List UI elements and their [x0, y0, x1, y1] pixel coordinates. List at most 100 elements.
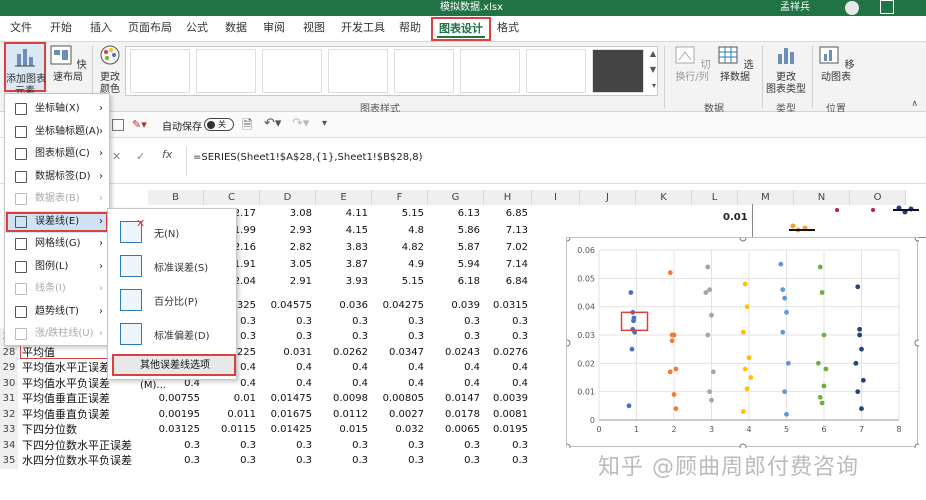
table-cell[interactable]: 0.0243 — [428, 344, 480, 361]
formula-input[interactable]: =SERIES(Sheet1!$A$28,{1},Sheet1!$B$28,8) — [193, 152, 423, 163]
table-cell[interactable]: 4.9 — [372, 256, 424, 273]
table-cell[interactable]: 5.94 — [428, 256, 480, 273]
table-cell[interactable]: 0.3 — [428, 328, 480, 345]
table-cell[interactable]: 2.93 — [260, 222, 312, 239]
user-name[interactable]: 孟祥兵 — [780, 0, 810, 16]
move-chart-button[interactable]: 移动图表 — [814, 44, 858, 84]
select-data-button[interactable]: 选择数据 — [714, 44, 756, 84]
table-cell[interactable]: 0.4 — [316, 375, 368, 392]
column-header[interactable]: C — [204, 190, 260, 205]
gallery-scroll-up-icon[interactable]: ▲ — [650, 49, 656, 58]
table-cell[interactable]: 0.3 — [316, 452, 368, 469]
column-header[interactable]: B — [148, 190, 204, 205]
row-header[interactable]: 29 — [0, 359, 18, 376]
column-header[interactable]: E — [316, 190, 372, 205]
column-header[interactable]: H — [484, 190, 532, 205]
column-header[interactable]: N — [794, 190, 850, 205]
tab-page-layout[interactable]: 页面布局 — [128, 16, 172, 42]
menu-item-2[interactable]: 图表标题(C) › — [5, 143, 109, 165]
table-cell[interactable]: 3.87 — [316, 256, 368, 273]
tab-developer[interactable]: 开发工具 — [341, 16, 385, 42]
chart-style-thumb[interactable] — [526, 49, 586, 93]
table-cell[interactable]: 7.14 — [484, 256, 528, 273]
tab-view[interactable]: 视图 — [303, 16, 325, 42]
table-cell[interactable]: 0.0276 — [484, 344, 528, 361]
row-label[interactable]: 平均值水平负误差 — [22, 375, 110, 392]
table-cell[interactable]: 0.4 — [316, 359, 368, 376]
column-header[interactable]: F — [372, 190, 428, 205]
table-cell[interactable]: 0.4 — [484, 375, 528, 392]
change-chart-type-button[interactable]: 更改 图表类型 — [764, 44, 808, 96]
more-error-bar-options-item[interactable]: 其他误差线选项(M)... — [112, 354, 236, 391]
table-cell[interactable]: 0.01425 — [260, 421, 312, 438]
table-cell[interactable]: 0.3 — [204, 452, 256, 469]
chart-style-thumb[interactable] — [262, 49, 322, 93]
menu-item-9[interactable]: 趋势线(T) › — [5, 301, 109, 323]
table-cell[interactable]: 0.015 — [316, 421, 368, 438]
cancel-icon[interactable]: ✕ — [112, 150, 121, 163]
table-cell[interactable]: 0.4 — [260, 375, 312, 392]
tab-format[interactable]: 格式 — [497, 16, 519, 42]
row-label[interactable]: 下四分位数水平正误差 — [22, 437, 132, 454]
table-cell[interactable]: 7.13 — [484, 222, 528, 239]
row-header[interactable]: 34 — [0, 436, 18, 454]
row-label[interactable]: 下四分位数 — [22, 421, 77, 438]
table-cell[interactable]: 4.15 — [316, 222, 368, 239]
table-cell[interactable]: 4.82 — [372, 239, 424, 256]
table-cell[interactable]: 0.0112 — [316, 406, 368, 423]
table-cell[interactable]: 5.15 — [372, 205, 424, 222]
autosave-toggle[interactable]: 关 — [204, 118, 234, 131]
switch-row-column-button[interactable]: 切换行/列 — [670, 44, 714, 84]
column-header[interactable]: K — [636, 190, 692, 205]
column-header[interactable]: M — [738, 190, 794, 205]
save-status-icon[interactable]: 🗎 — [242, 116, 252, 138]
percentage-item[interactable]: 百分比(P) — [108, 283, 236, 317]
table-cell[interactable]: 0.3 — [428, 313, 480, 330]
table-cell[interactable]: 0.0178 — [428, 406, 480, 423]
scatter-chart[interactable]: 0 0.01 0.02 0.03 0.04 0.05 0.06 0 1 2 3 4 5 6 7 8 — [563, 234, 922, 451]
column-header[interactable]: D — [260, 190, 316, 205]
table-cell[interactable]: 0.039 — [428, 297, 480, 314]
table-cell[interactable]: 2.82 — [260, 239, 312, 256]
ribbon-display-options-icon[interactable] — [880, 0, 894, 14]
menu-item-4[interactable]: 数据表(B) › — [5, 188, 109, 210]
table-cell[interactable]: 0.3 — [372, 313, 424, 330]
menu-item-5[interactable]: 误差线(E) › — [5, 210, 109, 233]
enter-icon[interactable]: ✓ — [136, 150, 145, 163]
quick-layout-button[interactable]: 快速布局 — [48, 44, 88, 84]
change-colors-button[interactable]: 更改 颜色 — [94, 44, 126, 96]
column-header[interactable]: I — [532, 190, 580, 205]
table-cell[interactable]: 0.4 — [372, 359, 424, 376]
table-cell[interactable]: 5.15 — [372, 273, 424, 290]
row-header[interactable]: 35 — [0, 452, 18, 469]
table-cell[interactable]: 0.00195 — [148, 406, 200, 423]
table-cell[interactable]: 0.3 — [484, 452, 528, 469]
table-cell[interactable]: 0.3 — [260, 452, 312, 469]
chart-style-thumb[interactable] — [196, 49, 256, 93]
table-cell[interactable]: 3.93 — [316, 273, 368, 290]
column-header[interactable]: L — [692, 190, 738, 205]
table-cell[interactable]: 3.83 — [316, 239, 368, 256]
table-cell[interactable]: 0.036 — [316, 297, 368, 314]
table-cell[interactable]: 0.0081 — [484, 406, 528, 423]
chart-style-thumb[interactable] — [394, 49, 454, 93]
add-chart-element-button[interactable]: 添加图表 元素 — [4, 42, 46, 97]
table-cell[interactable]: 0.04575 — [260, 297, 312, 314]
table-cell[interactable]: 0.4 — [484, 359, 528, 376]
table-cell[interactable]: 0.4 — [428, 375, 480, 392]
avatar[interactable] — [845, 1, 859, 15]
table-cell[interactable]: 2.91 — [260, 273, 312, 290]
tab-chart-design[interactable]: 图表设计 — [431, 17, 491, 41]
collapse-ribbon-icon[interactable]: ∧ — [911, 99, 918, 109]
tab-data[interactable]: 数据 — [225, 16, 247, 42]
row-label[interactable]: 水四分位数水平负误差 — [22, 452, 132, 469]
table-cell[interactable]: 0.01675 — [260, 406, 312, 423]
row-label[interactable]: 平均值垂直负误差 — [22, 406, 110, 423]
table-cell[interactable]: 0.3 — [484, 437, 528, 454]
menu-item-3[interactable]: 数据标签(D) › — [5, 166, 109, 188]
row-label[interactable]: 平均值垂直正误差 — [22, 390, 110, 407]
table-cell[interactable]: 0.0315 — [484, 297, 528, 314]
table-cell[interactable]: 0.3 — [484, 313, 528, 330]
customize-qat-icon[interactable]: ▾ — [322, 118, 327, 129]
table-cell[interactable]: 0.3 — [372, 452, 424, 469]
